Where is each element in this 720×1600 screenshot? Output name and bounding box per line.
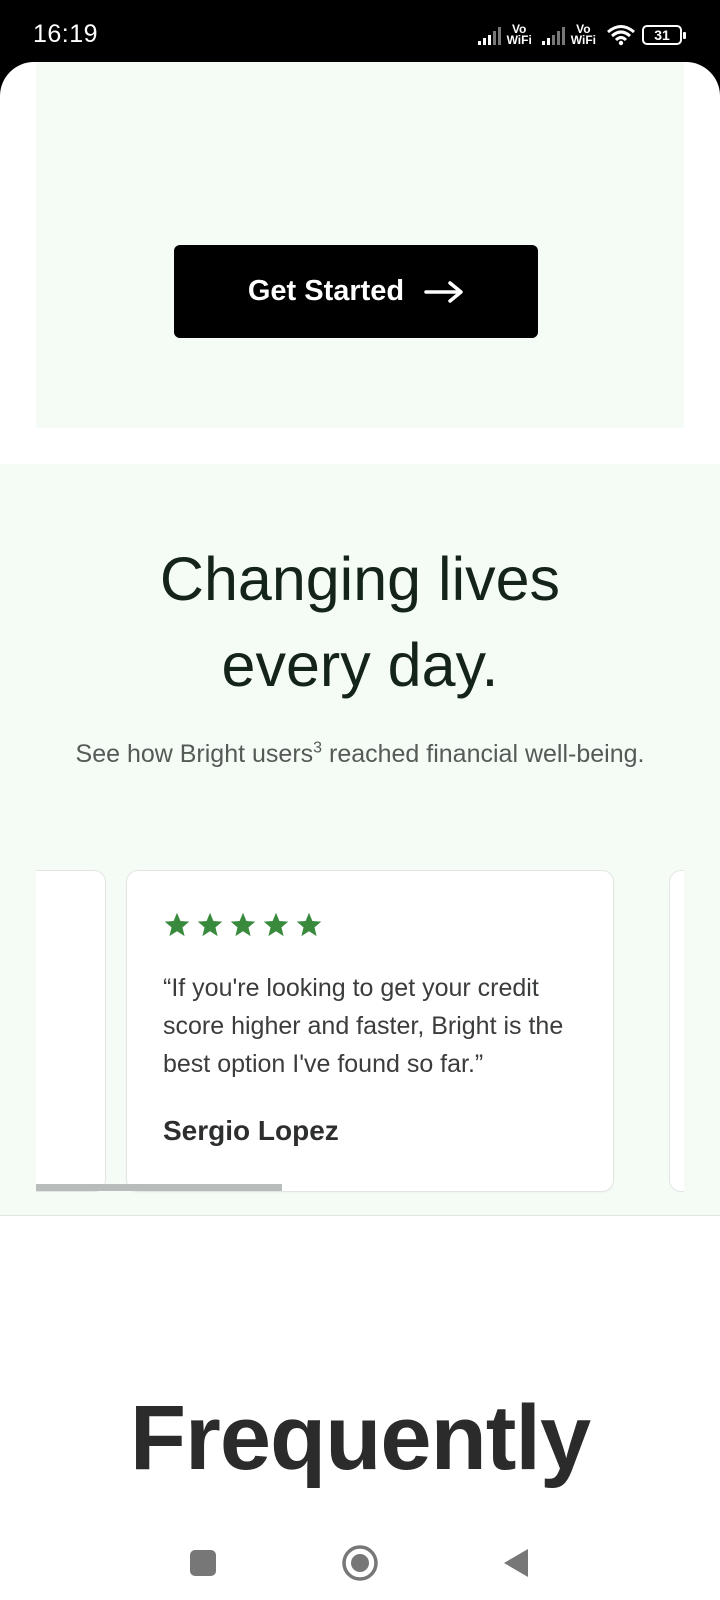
testimonial-carousel[interactable]: “If you're looking to get your credit sc…	[36, 836, 684, 1196]
signal-icon	[477, 25, 501, 45]
triangle-back-icon	[504, 1549, 528, 1577]
square-recents-icon	[190, 1550, 216, 1576]
signal-icon	[541, 25, 565, 45]
carousel-scrollbar[interactable]	[36, 1184, 684, 1191]
arrow-right-icon	[424, 280, 463, 303]
star-icon	[164, 912, 190, 937]
hero-section: Get Started	[36, 62, 684, 428]
circle-home-icon	[342, 1545, 378, 1581]
recents-button[interactable]	[175, 1538, 231, 1588]
testimonial-quote: “If you're looking to get your credit sc…	[163, 974, 564, 1078]
vowifi-label: Vo WiFi	[570, 22, 596, 47]
testimonial-author: Sergio Lopez	[163, 1115, 339, 1146]
carousel-scroll-thumb[interactable]	[36, 1184, 283, 1191]
status-icons: Vo WiFi Vo WiFi 31	[477, 20, 686, 50]
web-page[interactable]: Get Started Changing lives every day. See…	[0, 62, 720, 1526]
wifi-icon	[607, 25, 635, 46]
star-icon	[230, 912, 256, 937]
status-time: 16:19	[33, 20, 99, 48]
faq-heading: Frequently	[129, 1387, 591, 1489]
testimonial-card[interactable]: “If you're looking to get your credit sc…	[126, 870, 614, 1192]
star-icon	[197, 912, 223, 937]
back-button[interactable]	[488, 1538, 544, 1588]
navigation-bar	[0, 1526, 720, 1600]
testimonial-card-next[interactable]	[669, 870, 684, 1192]
section-subtitle: See how Bright users3 reached financial …	[75, 739, 645, 768]
star-rating	[163, 911, 323, 939]
get-started-button[interactable]: Get Started	[174, 245, 538, 338]
section-title: Changing lives every day.	[159, 545, 561, 699]
footnote-ref[interactable]: 3	[313, 740, 322, 757]
status-bar: 16:19 Vo WiFi Vo WiFi 31	[0, 0, 720, 64]
testimonials-section: Changing lives every day. See how Bright …	[0, 464, 720, 1216]
get-started-label: Get Started	[247, 275, 405, 307]
star-icon	[296, 912, 322, 937]
battery-icon: 31	[642, 25, 686, 45]
home-button[interactable]	[332, 1538, 388, 1588]
star-icon	[263, 912, 289, 937]
testimonial-card-prev[interactable]	[36, 870, 106, 1192]
vowifi-label: Vo WiFi	[506, 22, 532, 47]
